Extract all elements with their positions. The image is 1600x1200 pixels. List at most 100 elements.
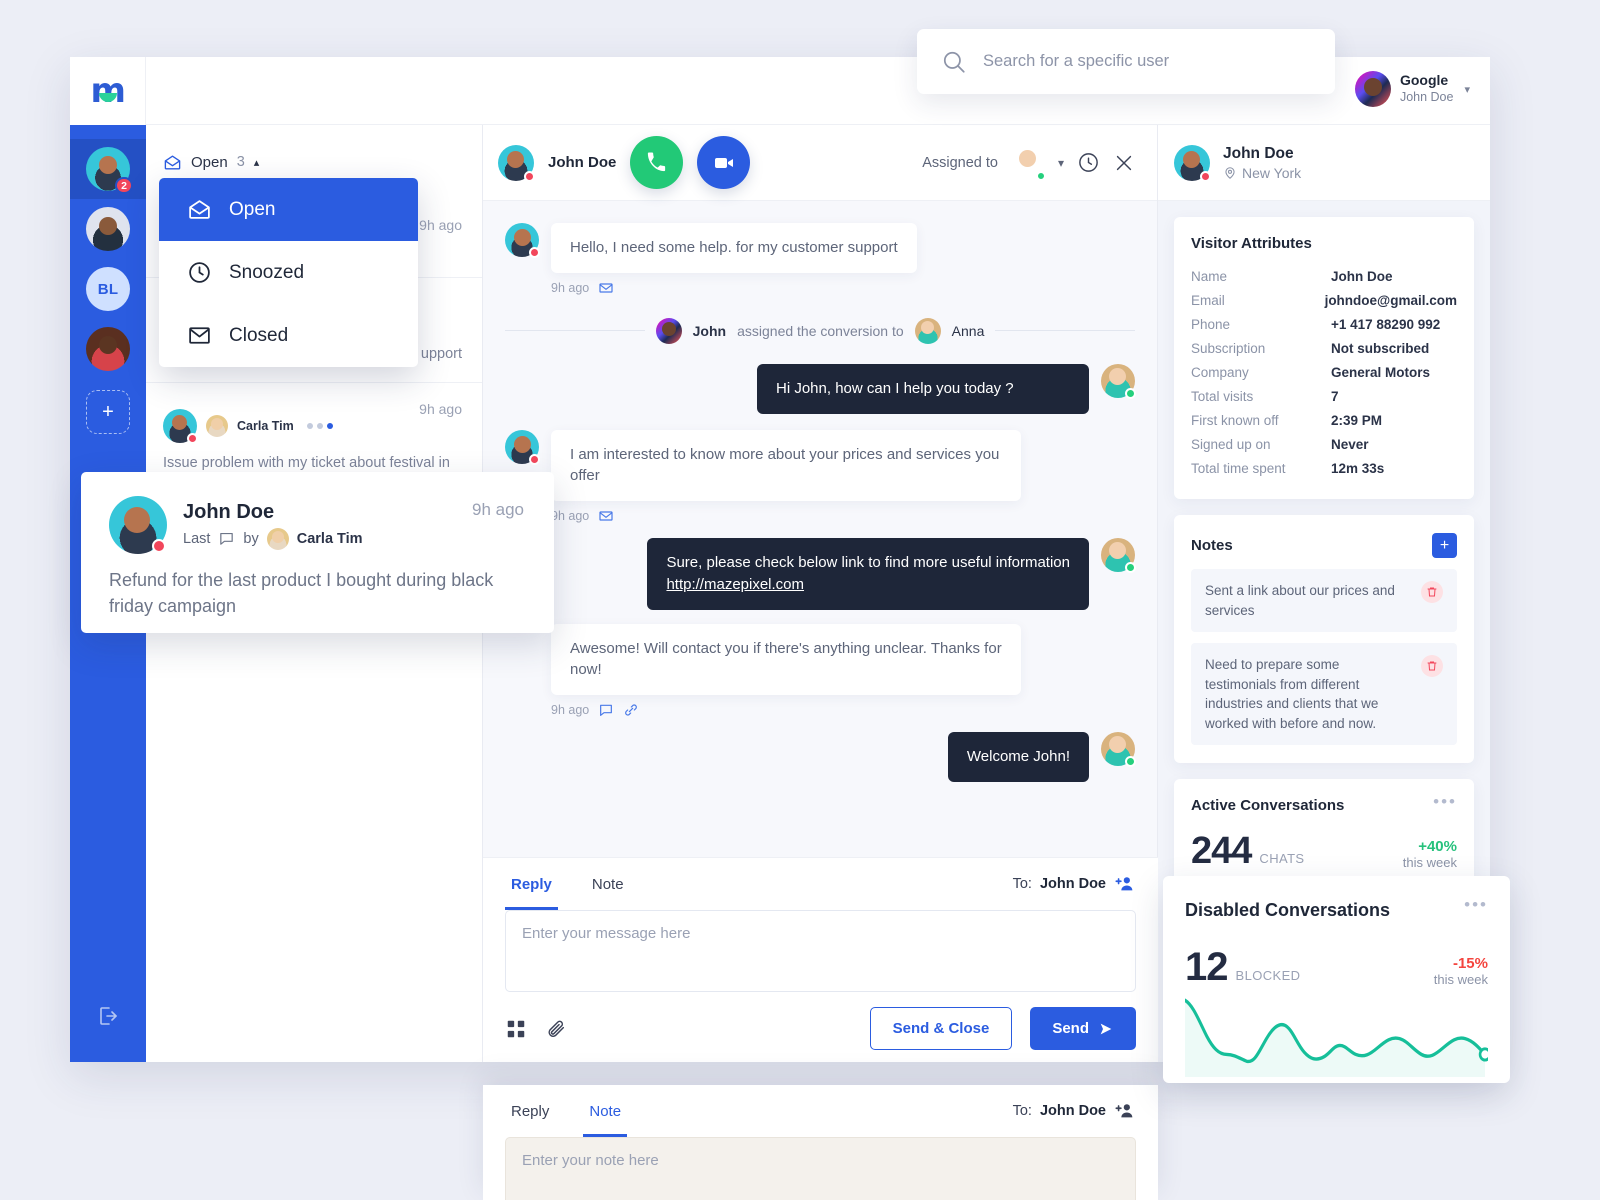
send-label: Send — [1052, 1020, 1089, 1037]
chevron-down-icon[interactable]: ▾ — [1058, 156, 1064, 170]
account-menu[interactable]: Google John Doe ▾ — [1354, 71, 1470, 107]
grid-icon[interactable] — [505, 1018, 527, 1040]
message-time: 9h ago — [551, 703, 590, 717]
disabled-conversations-sparkline — [1185, 998, 1488, 1077]
send-button[interactable]: Send — [1030, 1007, 1136, 1050]
avatar — [163, 409, 198, 444]
status-filter-count: 3 — [236, 154, 245, 170]
message-time: 9h ago — [551, 509, 590, 523]
trash-icon[interactable] — [1421, 655, 1443, 678]
close-icon[interactable] — [1113, 152, 1135, 174]
message-bubble: Hi John, how can I help you today ? — [757, 363, 1089, 414]
avatar — [1101, 732, 1136, 767]
attribute-value: Not subscribed — [1331, 341, 1430, 356]
more-horizontal-icon[interactable]: ••• — [1433, 793, 1457, 810]
status-dot — [1035, 170, 1046, 181]
message-link[interactable]: http://mazepixel.com — [666, 576, 804, 593]
status-option-open[interactable]: Open — [159, 178, 418, 241]
visitor-location: New York — [1223, 165, 1301, 181]
more-horizontal-icon[interactable]: ••• — [1464, 896, 1488, 913]
stat-value: 244 — [1191, 830, 1252, 873]
conversation-preview: Refund for the last product I bought dur… — [109, 570, 494, 617]
rail-item-1[interactable]: 2 — [70, 139, 146, 199]
chevron-up-icon[interactable]: ▴ — [254, 156, 260, 169]
account-org: Google — [1399, 72, 1449, 89]
rail-item-4[interactable] — [70, 319, 146, 379]
link-icon — [623, 702, 639, 718]
rail-item-2[interactable] — [70, 199, 146, 259]
status-dot — [1125, 562, 1136, 573]
clock-icon — [187, 260, 212, 285]
attribute-row: Phone +1 417 88290 992 — [1191, 313, 1457, 337]
stat-row: 12 BLOCKED -15% this week — [1185, 947, 1488, 987]
status-dot — [187, 433, 198, 444]
add-person-icon[interactable] — [1114, 873, 1136, 895]
status-dot — [1200, 170, 1211, 182]
status-dot — [1125, 756, 1136, 767]
tab-reply[interactable]: Reply — [505, 858, 558, 910]
assignee-avatar[interactable] — [1011, 146, 1046, 181]
rail-avatar-2 — [86, 207, 130, 251]
stat-delta-period: this week — [1433, 972, 1488, 987]
note-item: Sent a link about our prices and service… — [1191, 569, 1457, 633]
note-input[interactable]: Enter your note here — [505, 1137, 1136, 1200]
logo-mark: m — [91, 74, 126, 108]
card-title: Active Conversations — [1191, 797, 1345, 815]
event-text: assigned the conversion to — [737, 322, 904, 339]
app-logo[interactable]: m — [70, 56, 146, 125]
card-title: Disabled Conversations — [1185, 900, 1391, 920]
add-person-icon[interactable] — [1114, 1100, 1136, 1122]
highlighted-conversation-card[interactable]: 9h ago John Doe Last by Carla Tim Refund… — [81, 472, 554, 633]
attribute-value: John Doe — [1331, 269, 1393, 284]
unread-dots — [306, 423, 333, 429]
rail-item-3[interactable]: BL — [70, 259, 146, 319]
conversation-time: 9h ago — [419, 401, 462, 417]
attribute-row: First known off 2:39 PM — [1191, 409, 1457, 433]
attribute-value: 7 — [1331, 389, 1339, 404]
attribute-value: johndoe@gmail.com — [1324, 293, 1457, 308]
avatar — [655, 317, 682, 344]
event-target: Anna — [951, 322, 985, 339]
visitor-location-text: New York — [1242, 164, 1302, 181]
message-bubble: I am interested to know more about your … — [551, 429, 1021, 501]
message-meta: 9h ago — [551, 508, 1135, 524]
rail-initials-bl: BL — [86, 267, 130, 311]
attribute-key: Email — [1191, 293, 1225, 308]
plus-icon[interactable]: + — [1432, 533, 1457, 558]
snooze-clock-icon[interactable] — [1077, 151, 1100, 174]
stat-delta-value: +40% — [1418, 838, 1457, 856]
search-bar[interactable] — [917, 29, 1335, 94]
tab-reply[interactable]: Reply — [505, 1085, 555, 1137]
agent-avatar — [266, 527, 289, 550]
tab-note[interactable]: Note — [586, 858, 630, 910]
conversation-time: 9h ago — [419, 217, 462, 233]
trash-icon[interactable] — [1421, 581, 1443, 603]
status-dropdown-menu[interactable]: Open Snoozed Closed — [159, 178, 418, 367]
paperclip-icon[interactable] — [545, 1018, 567, 1040]
logout-icon[interactable] — [96, 1004, 120, 1028]
stat-delta: -15% this week — [1434, 955, 1488, 987]
card-header: John Doe Last by Carla Tim — [109, 496, 526, 554]
status-option-label: Open — [229, 198, 276, 220]
video-call-button[interactable] — [697, 136, 751, 189]
status-option-closed[interactable]: Closed — [159, 304, 418, 367]
notes-header: Notes + — [1191, 533, 1457, 558]
message-meta: 9h ago — [551, 280, 1135, 296]
attribute-row: Name John Doe — [1191, 265, 1457, 289]
stat-row: 244 CHATS +40% this week — [1191, 832, 1457, 870]
message-input[interactable]: Enter your message here — [505, 910, 1136, 992]
rail-add-item[interactable]: + — [70, 379, 146, 439]
phone-call-button[interactable] — [630, 136, 684, 189]
status-option-snoozed[interactable]: Snoozed — [159, 241, 418, 304]
stat-delta: +40% this week — [1403, 838, 1457, 870]
chat-contact-name: John Doe — [548, 154, 617, 171]
search-input[interactable] — [983, 52, 1311, 71]
chevron-down-icon[interactable]: ▾ — [1464, 83, 1470, 96]
last-author-name: Carla Tim — [296, 530, 363, 547]
status-dot — [524, 170, 535, 182]
rail-avatar-4 — [86, 327, 130, 371]
message-row: Hi John, how can I help you today ? — [505, 363, 1136, 414]
tab-note[interactable]: Note — [583, 1085, 627, 1137]
composer-recipient: To: John Doe — [1013, 1100, 1136, 1122]
send-and-close-button[interactable]: Send & Close — [869, 1007, 1013, 1050]
